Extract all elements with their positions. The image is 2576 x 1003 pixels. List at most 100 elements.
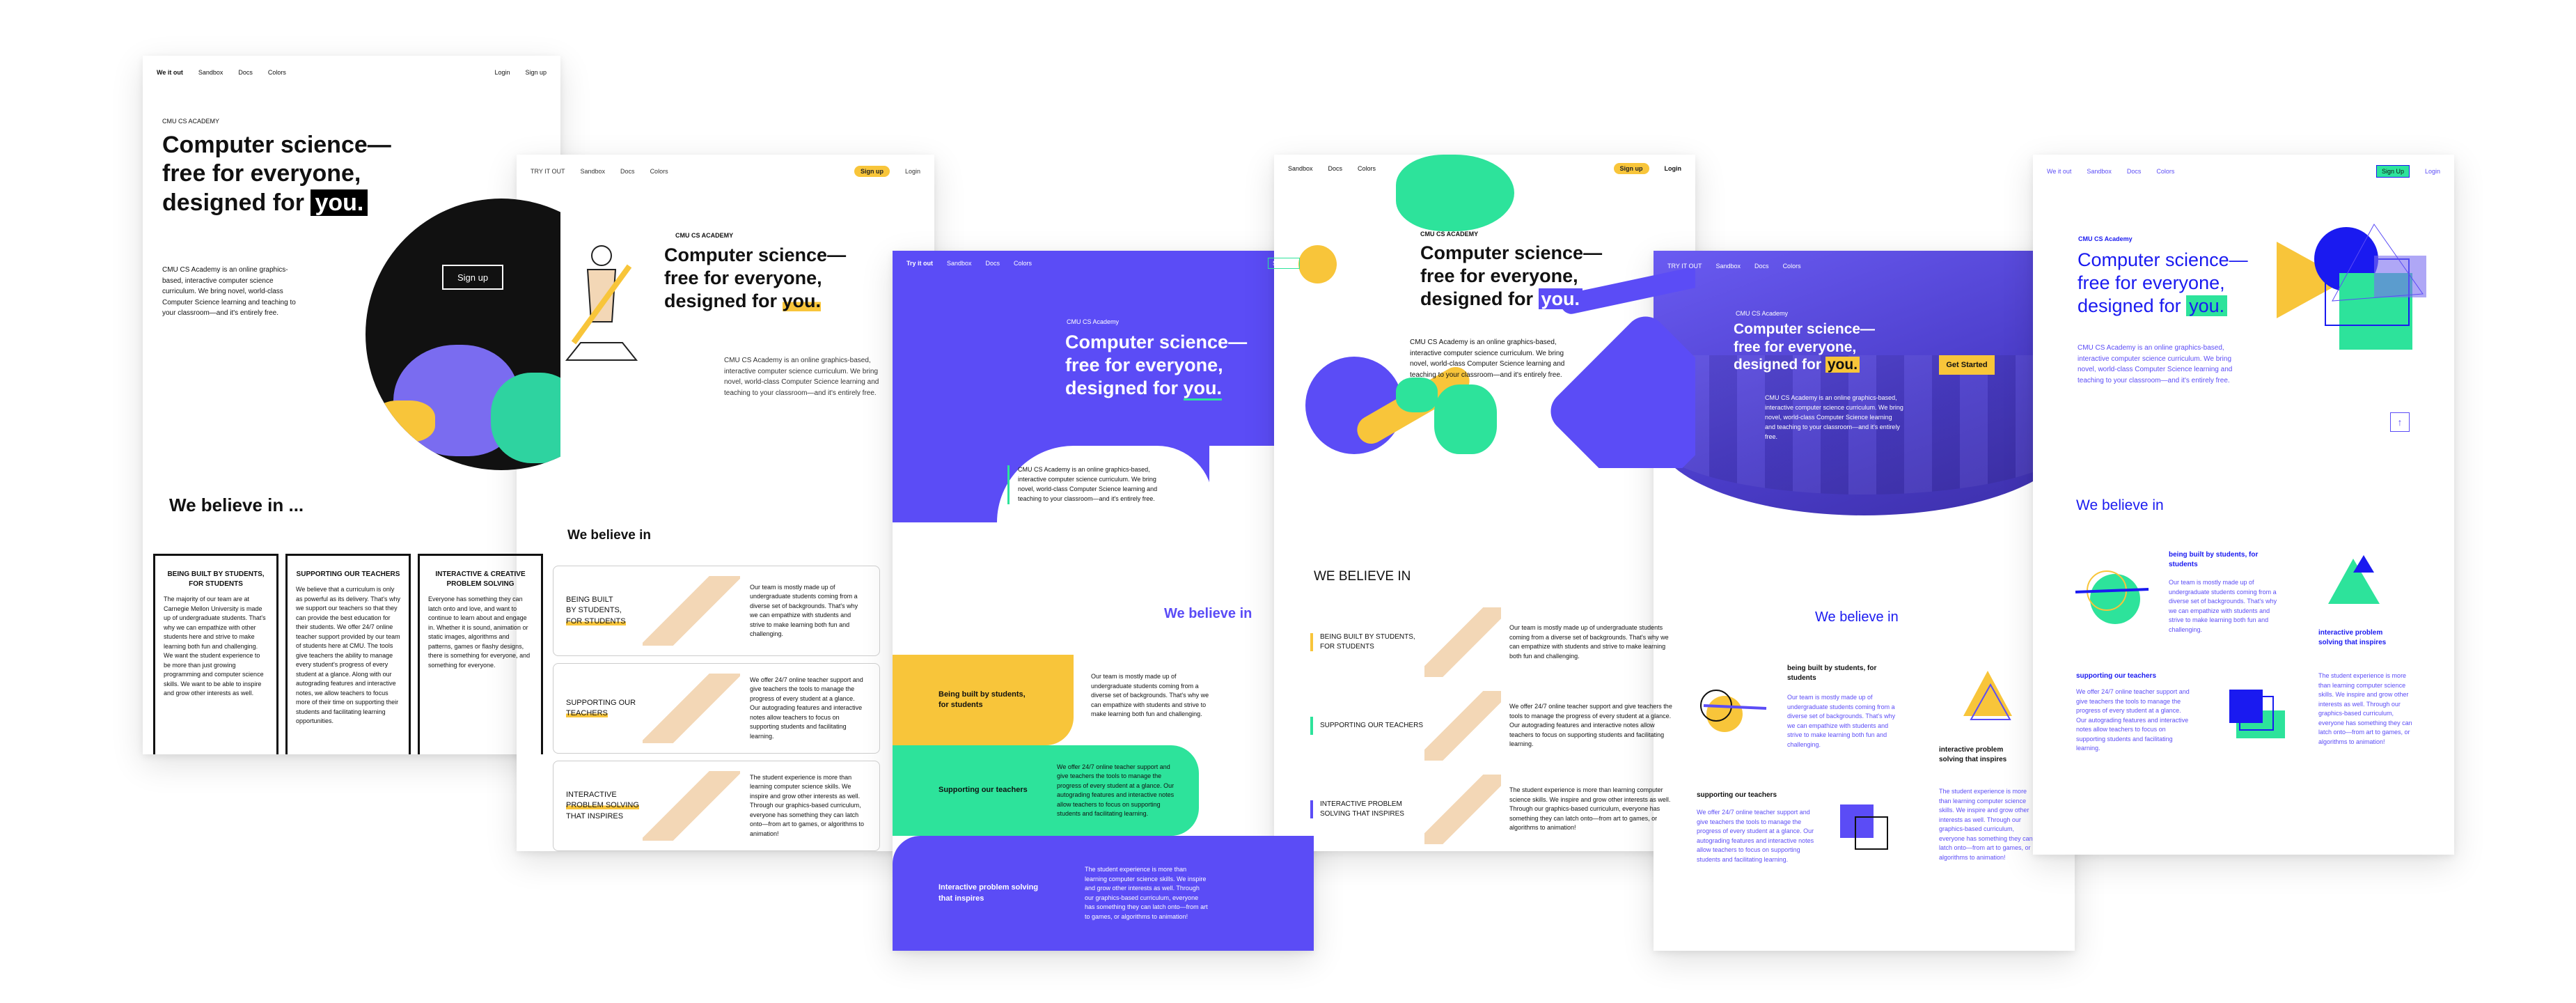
nav-docs[interactable]: Docs — [1754, 263, 1769, 270]
headline-line1: Computer science— — [1065, 332, 1248, 352]
value-body: The student experience is more than lear… — [1085, 866, 1208, 920]
geometric-shapes-illustration — [2277, 224, 2426, 350]
headline-prefix: designed for — [664, 290, 783, 311]
value-band: Interactive problem solving that inspire… — [893, 836, 1314, 951]
value-body: Our team is mostly made up of undergradu… — [1787, 694, 1896, 748]
headline-mark: you. — [1183, 377, 1223, 401]
value-title: INTERACTIVE PROBLEM SOLVING THAT INSPIRE… — [1320, 800, 1404, 818]
value-body: The student experience is more than lear… — [1939, 788, 2033, 861]
nav-login[interactable]: Login — [2425, 168, 2440, 175]
nav-docs[interactable]: Docs — [986, 260, 1000, 267]
value-body: We offer 24/7 online teacher support and… — [2076, 688, 2190, 752]
nav-sandbox[interactable]: Sandbox — [198, 69, 223, 76]
mockup-4: Sandbox Docs Colors Sign up Login CMU CS… — [1274, 155, 1695, 851]
headline-mark: you. — [311, 189, 368, 216]
nav-sandbox[interactable]: Sandbox — [1716, 263, 1741, 270]
nav-colors[interactable]: Colors — [1358, 165, 1376, 172]
value-title: interactive problem solving that inspire… — [2318, 629, 2387, 646]
value-title: INTERACTIVE & CREATIVE PROBLEM SOLVING — [435, 570, 526, 588]
row-illustration — [1424, 607, 1501, 677]
headline-line1: Computer science— — [1734, 321, 1876, 337]
nav-colors[interactable]: Colors — [1783, 263, 1801, 270]
triangle-icon — [2328, 555, 2380, 604]
card-illustration — [643, 576, 740, 646]
nav-colors[interactable]: Colors — [650, 168, 668, 175]
value-title-line: SUPPORTING OUR — [566, 698, 636, 707]
intro-paragraph: CMU CS Academy is an online graphics-bas… — [2078, 344, 2233, 384]
nav-login[interactable]: Login — [494, 69, 510, 76]
nav-docs[interactable]: Docs — [238, 69, 253, 76]
headline-line2: free for everyone, — [162, 160, 361, 187]
value-title: interactive problem solving that inspire… — [1939, 746, 2007, 763]
nav-colors[interactable]: Colors — [1014, 260, 1032, 267]
hero-blobs — [1274, 155, 1695, 468]
student-pencil-illustration — [565, 245, 638, 361]
value-title: SUPPORTING OUR TEACHERS — [1320, 722, 1423, 729]
value-title: being built by students, for students — [1787, 664, 1877, 682]
illustration-blob — [1434, 384, 1497, 454]
headline-mark: you. — [1825, 357, 1860, 373]
nav-docs[interactable]: Docs — [620, 168, 635, 175]
illustration-blob — [1396, 378, 1438, 412]
headline-line1: Computer science— — [1420, 242, 1603, 263]
nav-try[interactable]: We it out — [157, 69, 183, 76]
nav-signup[interactable]: Sign Up — [1267, 258, 1300, 269]
accent-bar — [1310, 800, 1313, 818]
value-band: Being built by students, for students — [893, 655, 1074, 745]
academy-label: CMU CS Academy — [2078, 235, 2133, 242]
accent-bar — [1310, 633, 1313, 651]
nav-login[interactable]: Login — [905, 168, 920, 175]
illustration-blob — [491, 373, 560, 463]
headline-mark: you. — [1538, 288, 1583, 309]
headline-line1: Computer science— — [664, 244, 847, 265]
nav-signup[interactable]: Sign up — [854, 166, 890, 177]
illustration-blob — [1542, 308, 1695, 468]
nav-signup[interactable]: Sign up — [525, 69, 547, 76]
headline-line2: free for everyone, — [1065, 354, 1223, 375]
nav-colors[interactable]: Colors — [268, 69, 286, 76]
squares-icon — [2229, 690, 2285, 738]
squares-icon — [1840, 804, 1888, 850]
signup-button[interactable]: Sign up — [442, 265, 503, 290]
get-started-button[interactable]: Get Started — [1939, 355, 1995, 375]
value-title: BEING BUILT BY STUDENTS, FOR STUDENTS — [1320, 633, 1415, 651]
believe-heading: We believe in — [1164, 606, 1252, 621]
nav-try[interactable]: Try it out — [906, 260, 933, 267]
headline: Computer science— free for everyone, des… — [1420, 242, 1602, 311]
nav-sandbox[interactable]: Sandbox — [581, 168, 606, 175]
value-card: BEING BUILT BY STUDENTS, FOR STUDENTS Th… — [153, 554, 278, 754]
value-title-line: THAT INSPIRES — [566, 811, 624, 821]
scroll-up-icon[interactable]: ↑ — [2390, 412, 2410, 432]
mockup-5: TRY IT OUT Sandbox Docs Colors Login CMU… — [1654, 251, 2075, 951]
nav-colors[interactable]: Colors — [2156, 168, 2174, 175]
circle-line-icon — [1700, 690, 1767, 732]
value-title: BEING BUILT BY STUDENTS, FOR STUDENTS — [167, 570, 265, 588]
mockup-1: We it out Sandbox Docs Colors Login Sign… — [143, 56, 560, 754]
value-title: BEING BUILT BY STUDENTS, FOR STUDENTS — [566, 595, 643, 627]
nav-signup[interactable]: Sign Up — [2375, 165, 2410, 178]
value-title: INTERACTIVE PROBLEM SOLVING THAT INSPIRES — [566, 790, 643, 822]
nav-sandbox[interactable]: Sandbox — [1288, 165, 1313, 172]
nav-signup[interactable]: Sign up — [1613, 163, 1649, 174]
hero-illustration — [366, 199, 560, 470]
nav-try[interactable]: TRY IT OUT — [531, 168, 565, 175]
headline-mark: you. — [2186, 295, 2228, 316]
believe-heading: WE BELIEVE IN — [1314, 569, 1411, 584]
nav-try[interactable]: TRY IT OUT — [1667, 263, 1702, 270]
headline-line2: free for everyone, — [664, 267, 822, 288]
value-title-line: FOR STUDENTS — [566, 616, 626, 625]
value-body: Our team is mostly made up of undergradu… — [1091, 673, 1209, 717]
value-title: supporting our teachers — [2076, 672, 2157, 680]
believe-heading: We believe in ... — [169, 495, 304, 515]
nav-sandbox[interactable]: Sandbox — [2087, 168, 2112, 175]
nav-login[interactable]: Login — [1665, 165, 1682, 172]
value-title-line: TEACHERS — [566, 709, 608, 717]
nav-docs[interactable]: Docs — [1328, 165, 1343, 172]
nav-sandbox[interactable]: Sandbox — [947, 260, 972, 267]
value-card: SUPPORTING OUR TEACHERS We believe that … — [285, 554, 411, 754]
nav-try[interactable]: We it out — [2047, 168, 2071, 175]
top-nav: Sandbox Docs Colors Sign up Login — [1274, 155, 1695, 182]
nav-docs[interactable]: Docs — [2127, 168, 2142, 175]
headline-prefix: designed for — [1420, 288, 1539, 309]
nav-login[interactable]: Login — [2045, 263, 2061, 270]
